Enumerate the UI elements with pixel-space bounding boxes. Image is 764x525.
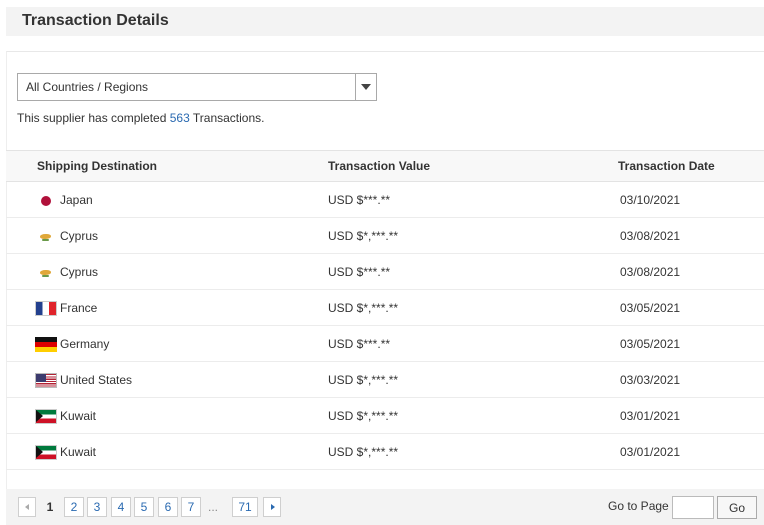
go-to-page-input[interactable] <box>672 496 714 519</box>
shipping-destination-cell: Kuwait <box>35 444 96 460</box>
summary-suffix: Transactions. <box>189 111 265 125</box>
transaction-summary: This supplier has completed 563 Transact… <box>17 111 264 125</box>
summary-prefix: This supplier has completed <box>17 111 170 125</box>
table-row: Kuwait USD $*,***.** 03/01/2021 <box>6 398 764 434</box>
transaction-value: USD $*,***.** <box>328 301 399 315</box>
cyprus-flag-icon <box>35 265 57 280</box>
chevron-right-icon <box>271 504 275 510</box>
transaction-date: 03/05/2021 <box>620 301 681 315</box>
section-header: Transaction Details <box>6 7 764 36</box>
go-button[interactable]: Go <box>717 496 757 519</box>
country-name: Japan <box>60 193 93 207</box>
page-link-7[interactable]: 7 <box>181 497 201 517</box>
previous-page-button[interactable] <box>18 497 36 517</box>
country-region-select[interactable]: All Countries / Regions <box>17 73 377 101</box>
shipping-destination-cell: Cyprus <box>35 228 98 244</box>
transaction-value: USD $***.** <box>328 337 391 351</box>
go-to-page-label: Go to Page <box>608 499 669 513</box>
table-row: Cyprus USD $***.** 03/08/2021 <box>6 254 764 290</box>
table-row: United States USD $*,***.** 03/03/2021 <box>6 362 764 398</box>
select-arrow-button[interactable] <box>355 74 376 100</box>
country-name: Cyprus <box>60 265 99 279</box>
page-link-2[interactable]: 2 <box>64 497 84 517</box>
transaction-date: 03/01/2021 <box>620 409 681 423</box>
table-row: Japan USD $***.** 03/10/2021 <box>6 182 764 218</box>
page-link-5[interactable]: 5 <box>134 497 154 517</box>
current-page: 1 <box>46 500 54 514</box>
column-header-transaction-date: Transaction Date <box>618 159 715 173</box>
transaction-value: USD $*,***.** <box>328 373 399 387</box>
column-header-transaction-value: Transaction Value <box>328 159 431 173</box>
japan-flag-icon <box>35 193 57 208</box>
table-row: France USD $*,***.** 03/05/2021 <box>6 290 764 326</box>
united-states-flag-icon <box>35 372 57 388</box>
transaction-date: 03/05/2021 <box>620 337 681 351</box>
page-title: Transaction Details <box>22 12 169 29</box>
country-name: Germany <box>60 337 110 351</box>
transaction-value: USD $*,***.** <box>328 409 399 423</box>
table-header: Shipping Destination Transaction Value T… <box>6 150 764 182</box>
country-name: United States <box>60 373 133 387</box>
column-header-shipping-destination: Shipping Destination <box>37 159 157 173</box>
shipping-destination-cell: United States <box>35 372 132 388</box>
shipping-destination-cell: Cyprus <box>35 264 98 280</box>
next-page-button[interactable] <box>263 497 281 517</box>
shipping-destination-cell: Japan <box>35 192 93 208</box>
page-link-3[interactable]: 3 <box>87 497 107 517</box>
page-link-last[interactable]: 71 <box>232 497 258 517</box>
shipping-destination-cell: Kuwait <box>35 408 96 424</box>
transaction-date: 03/01/2021 <box>620 445 681 459</box>
country-name: Cyprus <box>60 229 99 243</box>
pagination-ellipsis: ... <box>208 500 219 514</box>
kuwait-flag-icon <box>35 444 57 460</box>
select-value: All Countries / Regions <box>26 80 149 94</box>
transaction-value: USD $*,***.** <box>328 445 399 459</box>
page-link-4[interactable]: 4 <box>111 497 131 517</box>
transaction-value: USD $*,***.** <box>328 229 399 243</box>
transaction-date: 03/10/2021 <box>620 193 681 207</box>
country-name: France <box>60 301 98 315</box>
shipping-destination-cell: Germany <box>35 336 109 352</box>
cyprus-flag-icon <box>35 229 57 244</box>
transaction-date: 03/08/2021 <box>620 265 681 279</box>
chevron-left-icon <box>25 504 29 510</box>
page-link-6[interactable]: 6 <box>158 497 178 517</box>
transaction-value: USD $***.** <box>328 265 391 279</box>
transaction-date: 03/03/2021 <box>620 373 681 387</box>
country-name: Kuwait <box>60 445 97 459</box>
country-name: Kuwait <box>60 409 97 423</box>
transaction-date: 03/08/2021 <box>620 229 681 243</box>
shipping-destination-cell: France <box>35 300 97 316</box>
table-row: Cyprus USD $*,***.** 03/08/2021 <box>6 218 764 254</box>
transaction-value: USD $***.** <box>328 193 391 207</box>
chevron-down-icon <box>361 84 371 90</box>
germany-flag-icon <box>35 336 57 352</box>
kuwait-flag-icon <box>35 408 57 424</box>
table-row: Germany USD $***.** 03/05/2021 <box>6 326 764 362</box>
transaction-count: 563 <box>169 111 190 125</box>
table-row: Kuwait USD $*,***.** 03/01/2021 <box>6 434 764 470</box>
france-flag-icon <box>35 300 57 316</box>
